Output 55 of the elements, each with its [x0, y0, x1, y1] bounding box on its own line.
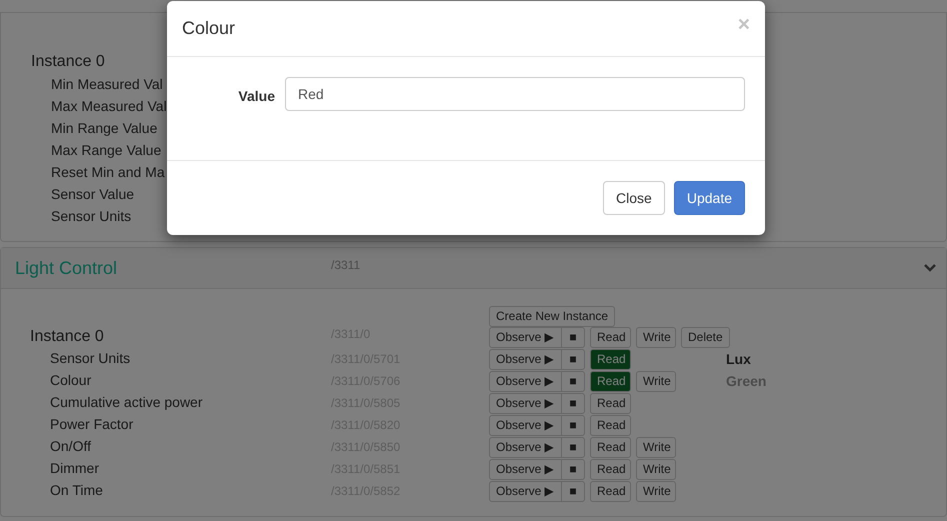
chevron-down-icon	[924, 263, 936, 273]
resource-value: Lux	[726, 350, 751, 368]
resource-label: Dimmer	[49, 460, 99, 476]
observe-button[interactable]: Observe ▶	[489, 414, 562, 436]
read-button[interactable]: Read	[590, 458, 631, 480]
write-button[interactable]: Write	[636, 370, 676, 392]
panel-title: Light Control	[15, 256, 118, 280]
stop-button[interactable]: ■	[562, 436, 585, 458]
observe-button[interactable]: Observe ▶	[489, 392, 562, 414]
close-button[interactable]: Close	[603, 181, 665, 215]
resource-label: Min Range Value	[50, 119, 158, 138]
resource-label: Sensor Units	[49, 350, 130, 366]
read-button[interactable]: Read	[590, 370, 631, 392]
write-button[interactable]: Write	[636, 436, 676, 458]
resource-label: Sensor Value	[50, 185, 134, 204]
write-button[interactable]: Write	[636, 480, 676, 502]
read-button[interactable]: Read	[590, 326, 631, 348]
observe-button[interactable]: Observe ▶	[489, 348, 562, 370]
observe-button[interactable]: Observe ▶	[489, 436, 562, 458]
resource-label: Colour	[49, 372, 92, 388]
write-button[interactable]: Write	[636, 458, 676, 480]
delete-button[interactable]: Delete	[681, 326, 730, 348]
stop-button[interactable]: ■	[562, 458, 585, 480]
write-button[interactable]: Write	[636, 326, 676, 348]
observe-button[interactable]: Observe ▶	[489, 480, 562, 502]
observe-button[interactable]: Observe ▶	[489, 458, 562, 480]
stop-button[interactable]: ■	[562, 326, 585, 348]
stop-button[interactable]: ■	[562, 370, 585, 392]
dialog-title: Colour	[182, 17, 236, 40]
field-label: Value	[237, 87, 276, 106]
resource-label: Max Range Value	[50, 141, 162, 160]
resource-label: On Time	[49, 482, 103, 498]
stop-button[interactable]: ■	[562, 414, 585, 436]
stop-button[interactable]: ■	[562, 392, 585, 414]
read-button[interactable]: Read	[590, 414, 631, 436]
observe-button[interactable]: Observe ▶	[489, 326, 562, 348]
resource-label: Min Measured Val	[50, 75, 163, 94]
create-instance-button[interactable]: Create New Instance	[489, 306, 616, 327]
read-button[interactable]: Read	[590, 480, 631, 502]
resource-label: On/Off	[49, 438, 91, 454]
resource-label: Sensor Units	[50, 207, 132, 226]
update-button[interactable]: Update	[674, 181, 745, 215]
resource-label: Cumulative active power	[49, 394, 203, 410]
resource-label: Max Measured Val	[50, 97, 167, 116]
read-button[interactable]: Read	[590, 436, 631, 458]
observe-button[interactable]: Observe ▶	[489, 370, 562, 392]
read-button[interactable]: Read	[590, 348, 631, 370]
stop-button[interactable]: ■	[562, 480, 585, 502]
stop-button[interactable]: ■	[562, 348, 585, 370]
instance-label: Instance 0	[31, 52, 106, 72]
value-field[interactable]: Red	[285, 77, 745, 111]
resource-label: Power Factor	[49, 416, 134, 432]
read-button[interactable]: Read	[590, 392, 631, 414]
resource-label: Reset Min and Ma	[50, 163, 165, 182]
instance-label: Instance 0	[30, 328, 104, 345]
